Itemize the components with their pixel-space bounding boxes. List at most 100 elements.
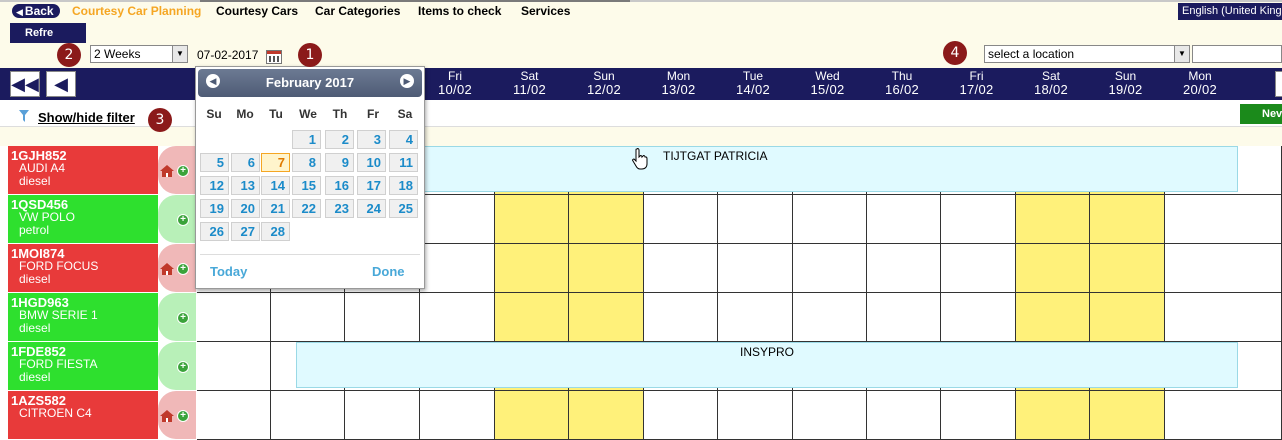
calendar-day[interactable]: 7 xyxy=(261,153,290,172)
planning-cell[interactable] xyxy=(420,293,495,342)
planning-cell[interactable] xyxy=(1165,195,1282,244)
today-button[interactable]: Today xyxy=(210,264,247,279)
planning-cell[interactable] xyxy=(718,293,793,342)
calendar-day[interactable]: 2 xyxy=(325,130,354,149)
planning-cell[interactable] xyxy=(345,391,420,440)
calendar-day[interactable]: 9 xyxy=(325,153,354,172)
vehicle-row-header[interactable]: 1GJH852 AUDI A4 diesel xyxy=(8,146,158,194)
planning-cell[interactable] xyxy=(867,391,941,440)
add-booking-icon[interactable]: + xyxy=(177,312,189,324)
calendar-day[interactable]: 24 xyxy=(357,199,386,218)
planning-cell[interactable] xyxy=(197,293,271,342)
planning-cell[interactable] xyxy=(644,293,718,342)
planning-cell[interactable] xyxy=(718,391,793,440)
calendar-day[interactable]: 11 xyxy=(389,153,418,172)
planning-cell[interactable] xyxy=(495,293,569,342)
forward-button[interactable] xyxy=(1275,71,1282,97)
planning-cell[interactable] xyxy=(867,293,941,342)
add-booking-icon[interactable]: + xyxy=(177,263,189,275)
planning-cell[interactable] xyxy=(941,293,1016,342)
vehicle-row-header[interactable]: 1FDE852 FORD FIESTA diesel xyxy=(8,342,158,390)
planning-cell[interactable] xyxy=(941,244,1016,293)
planning-cell[interactable] xyxy=(793,293,867,342)
planning-cell[interactable] xyxy=(495,391,569,440)
calendar-day[interactable]: 28 xyxy=(261,222,290,241)
nav-courtesy-car-planning[interactable]: Courtesy Car Planning xyxy=(72,4,201,18)
planning-cell[interactable] xyxy=(1016,293,1090,342)
prev-month-icon[interactable]: ◀ xyxy=(206,74,220,88)
add-booking-icon[interactable]: + xyxy=(177,361,189,373)
calendar-day[interactable]: 21 xyxy=(261,199,290,218)
filter-icon[interactable] xyxy=(19,110,29,122)
planning-cell[interactable] xyxy=(793,391,867,440)
planning-cell[interactable] xyxy=(1165,391,1282,440)
vehicle-row-header[interactable]: 1MOI874 FORD FOCUS diesel xyxy=(8,244,158,292)
next-month-icon[interactable]: ▶ xyxy=(400,74,414,88)
calendar-day[interactable]: 25 xyxy=(389,199,418,218)
calendar-day[interactable]: 10 xyxy=(357,153,386,172)
booking-insypro[interactable]: INSYPRO xyxy=(296,342,1238,388)
calendar-day[interactable]: 5 xyxy=(200,153,229,172)
calendar-day[interactable]: 23 xyxy=(325,199,354,218)
calendar-day[interactable]: 15 xyxy=(292,176,321,195)
booking-tijtgat-patricia[interactable]: TIJTGAT PATRICIA xyxy=(422,146,1238,192)
refresh-button[interactable]: Refre xyxy=(10,23,86,43)
planning-cell[interactable] xyxy=(941,195,1016,244)
planning-cell[interactable] xyxy=(197,391,271,440)
planning-cell[interactable] xyxy=(793,195,867,244)
planning-cell[interactable] xyxy=(1165,244,1282,293)
calendar-day[interactable]: 19 xyxy=(200,199,229,218)
planning-cell[interactable] xyxy=(1090,244,1165,293)
location-select[interactable]: select a location ▼ xyxy=(984,45,1190,63)
planning-cell[interactable] xyxy=(867,244,941,293)
planning-cell[interactable] xyxy=(867,195,941,244)
done-button[interactable]: Done xyxy=(372,264,405,279)
fast-back-button[interactable]: ◀◀ xyxy=(10,71,40,97)
back-one-button[interactable]: ◀ xyxy=(46,71,76,97)
planning-cell[interactable] xyxy=(495,244,569,293)
planning-cell[interactable] xyxy=(644,391,718,440)
vehicle-row-header[interactable]: 1HGD963 BMW SERIE 1 diesel xyxy=(8,293,158,341)
calendar-day[interactable]: 6 xyxy=(231,153,260,172)
planning-cell[interactable] xyxy=(1090,293,1165,342)
planning-cell[interactable] xyxy=(420,391,495,440)
new-button[interactable]: Nev xyxy=(1240,104,1282,124)
planning-cell[interactable] xyxy=(1165,293,1282,342)
calendar-day[interactable]: 3 xyxy=(357,130,386,149)
planning-cell[interactable] xyxy=(197,342,271,391)
back-button[interactable]: ◀ Back xyxy=(12,4,60,18)
language-selector[interactable]: English (United Kingdom) xyxy=(1178,3,1282,20)
planning-cell[interactable] xyxy=(941,391,1016,440)
add-booking-icon[interactable]: + xyxy=(177,214,189,226)
planning-cell[interactable] xyxy=(420,244,495,293)
planning-cell[interactable] xyxy=(495,195,569,244)
planning-cell[interactable] xyxy=(569,244,644,293)
calendar-day[interactable]: 20 xyxy=(231,199,260,218)
planning-cell[interactable] xyxy=(271,293,345,342)
calendar-day[interactable]: 12 xyxy=(200,176,229,195)
calendar-day[interactable]: 18 xyxy=(389,176,418,195)
planning-cell[interactable] xyxy=(718,195,793,244)
show-hide-filter-link[interactable]: Show/hide filter xyxy=(38,110,135,125)
period-select[interactable]: 2 Weeks ▼ xyxy=(90,45,188,63)
planning-cell[interactable] xyxy=(569,195,644,244)
home-icon[interactable] xyxy=(160,165,174,177)
home-icon[interactable] xyxy=(160,410,174,422)
planning-cell[interactable] xyxy=(1090,391,1165,440)
start-date-value[interactable]: 07-02-2017 xyxy=(197,48,258,62)
calendar-day[interactable]: 27 xyxy=(231,222,260,241)
calendar-day[interactable]: 13 xyxy=(231,176,260,195)
nav-courtesy-cars[interactable]: Courtesy Cars xyxy=(216,4,298,18)
calendar-day[interactable]: 26 xyxy=(200,222,229,241)
planning-cell[interactable] xyxy=(1090,195,1165,244)
planning-cell[interactable] xyxy=(569,391,644,440)
planning-cell[interactable] xyxy=(1016,391,1090,440)
planning-cell[interactable] xyxy=(271,391,345,440)
add-booking-icon[interactable]: + xyxy=(177,410,189,422)
home-icon[interactable] xyxy=(160,263,174,275)
nav-services[interactable]: Services xyxy=(521,4,570,18)
planning-cell[interactable] xyxy=(793,244,867,293)
calendar-day[interactable]: 22 xyxy=(292,199,321,218)
planning-cell[interactable] xyxy=(1016,195,1090,244)
location-extra-field[interactable] xyxy=(1192,45,1282,63)
